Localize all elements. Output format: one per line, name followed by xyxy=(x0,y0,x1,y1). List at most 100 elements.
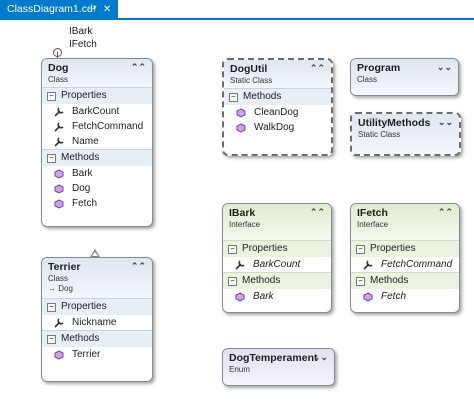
section-label: Methods xyxy=(61,152,100,163)
shape-header: IBark Interface ⌃⌃ xyxy=(223,204,331,240)
section-label: Properties xyxy=(242,243,288,254)
wrench-icon xyxy=(363,260,373,270)
shape-header: DogUtil Static Class ⌃⌃ xyxy=(224,60,331,88)
shape-kind: Static Class xyxy=(358,130,401,139)
property-name: Name xyxy=(72,136,99,147)
shape-base-class: → Dog xyxy=(48,284,73,293)
class-shape-terrier[interactable]: Terrier Class → Dog ⌃⌃ − Properties Nick… xyxy=(41,257,153,382)
section-label: Properties xyxy=(61,301,107,312)
section-methods[interactable]: − Methods xyxy=(42,330,152,347)
section-toggle-icon[interactable]: − xyxy=(356,277,365,286)
section-label: Methods xyxy=(243,91,282,102)
property-item[interactable]: BarkCount xyxy=(42,104,152,119)
method-item[interactable]: WalkDog xyxy=(224,120,331,135)
shape-kind: Static Class xyxy=(230,76,273,85)
property-name: FetchCommand xyxy=(381,259,453,270)
method-cube-icon xyxy=(235,292,245,302)
interface-shape-ifetch[interactable]: IFetch Interface ⌃⌃ − Properties FetchCo… xyxy=(350,203,460,313)
method-item[interactable]: Terrier xyxy=(42,347,152,362)
method-item[interactable]: Fetch xyxy=(42,196,152,211)
shape-kind: Class xyxy=(357,75,378,84)
shape-kind: Interface xyxy=(229,220,261,229)
section-label: Methods xyxy=(370,275,409,286)
method-item[interactable]: Bark xyxy=(42,166,152,181)
section-properties[interactable]: − Properties xyxy=(42,87,152,104)
property-item[interactable]: Nickname xyxy=(42,315,152,330)
property-item[interactable]: FetchCommand xyxy=(351,257,459,272)
wrench-icon xyxy=(54,122,64,132)
section-toggle-icon[interactable]: − xyxy=(228,277,237,286)
shape-header: Dog Class ⌃⌃ xyxy=(42,59,152,87)
property-item[interactable]: Name xyxy=(42,134,152,149)
section-toggle-icon[interactable]: − xyxy=(228,245,237,254)
method-cube-icon xyxy=(54,199,64,209)
tab-classdiagram1[interactable]: ClassDiagram1.cd* ⊣ ✕ xyxy=(0,0,118,20)
interface-shape-ibark[interactable]: IBark Interface ⌃⌃ − Properties BarkCoun… xyxy=(222,203,332,313)
property-item[interactable]: BarkCount xyxy=(223,257,331,272)
shape-header: DogTemperament Enum ⌄⌄ xyxy=(223,349,334,385)
method-name: Terrier xyxy=(72,349,101,360)
expand-chevron-icon[interactable]: ⌄⌄ xyxy=(313,352,328,363)
section-properties[interactable]: − Properties xyxy=(42,298,152,315)
diagram-canvas[interactable]: IBark IFetch Dog Class ⌃⌃ − Properties B… xyxy=(0,22,474,403)
section-properties[interactable]: − Properties xyxy=(223,240,331,257)
collapse-chevron-icon[interactable]: ⌃⌃ xyxy=(310,207,325,218)
property-name: Nickname xyxy=(72,317,117,328)
method-name: Fetch xyxy=(72,198,98,209)
expand-chevron-icon[interactable]: ⌄⌄ xyxy=(438,117,453,128)
method-cube-icon xyxy=(363,292,373,302)
wrench-icon xyxy=(235,260,245,270)
close-icon[interactable]: ✕ xyxy=(103,0,111,19)
section-properties[interactable]: − Properties xyxy=(351,240,459,257)
tabstrip-accent-line xyxy=(0,18,474,20)
section-label: Methods xyxy=(242,275,281,286)
collapse-chevron-icon[interactable]: ⌃⌃ xyxy=(131,62,146,73)
section-toggle-icon[interactable]: − xyxy=(47,154,56,163)
class-shape-dogutil[interactable]: DogUtil Static Class ⌃⌃ − Methods CleanD… xyxy=(222,58,333,156)
shape-kind: Class xyxy=(48,75,69,84)
wrench-icon xyxy=(54,107,64,117)
section-toggle-icon[interactable]: − xyxy=(47,92,56,101)
method-name: WalkDog xyxy=(254,122,295,133)
section-methods[interactable]: − Methods xyxy=(223,272,331,289)
method-name: Dog xyxy=(72,183,91,194)
wrench-icon xyxy=(54,318,64,328)
collapse-chevron-icon[interactable]: ⌃⌃ xyxy=(438,207,453,218)
section-toggle-icon[interactable]: − xyxy=(356,245,365,254)
shape-kind: Interface xyxy=(357,220,389,229)
shape-kind: Class xyxy=(48,274,69,283)
lollipop-label-ibark: IBark xyxy=(69,26,93,37)
property-name: BarkCount xyxy=(72,106,120,117)
method-item[interactable]: Dog xyxy=(42,181,152,196)
method-item[interactable]: CleanDog xyxy=(224,105,331,120)
collapse-chevron-icon[interactable]: ⌃⌃ xyxy=(310,63,325,74)
section-methods[interactable]: − Methods xyxy=(224,88,331,105)
section-label: Properties xyxy=(370,243,416,254)
shape-header: Terrier Class → Dog ⌃⌃ xyxy=(42,258,152,298)
pin-icon[interactable]: ⊣ xyxy=(88,0,96,19)
collapse-chevron-icon[interactable]: ⌃⌃ xyxy=(131,261,146,272)
section-toggle-icon[interactable]: − xyxy=(229,93,238,102)
method-cube-icon xyxy=(54,350,64,360)
section-toggle-icon[interactable]: − xyxy=(47,335,56,344)
method-cube-icon xyxy=(236,108,246,118)
tab-title: ClassDiagram1.cd* xyxy=(7,3,97,15)
class-shape-dog[interactable]: Dog Class ⌃⌃ − Properties BarkCount Fetc… xyxy=(41,58,153,227)
class-shape-utilitymethods[interactable]: UtilityMethods Static Class ⌄⌄ xyxy=(350,112,461,156)
method-name: Bark xyxy=(253,291,274,302)
section-label: Methods xyxy=(61,333,100,344)
method-name: Bark xyxy=(72,168,93,179)
method-name: Fetch xyxy=(381,291,407,302)
section-toggle-icon[interactable]: − xyxy=(47,303,56,312)
method-cube-icon xyxy=(54,169,64,179)
method-item[interactable]: Fetch xyxy=(351,289,459,304)
class-shape-program[interactable]: Program Class ⌄⌄ xyxy=(350,58,459,96)
property-name: FetchCommand xyxy=(72,121,144,132)
method-item[interactable]: Bark xyxy=(223,289,331,304)
section-methods[interactable]: − Methods xyxy=(351,272,459,289)
shape-header: UtilityMethods Static Class ⌄⌄ xyxy=(352,114,459,154)
property-item[interactable]: FetchCommand xyxy=(42,119,152,134)
section-methods[interactable]: − Methods xyxy=(42,149,152,166)
enum-shape-dogtemperament[interactable]: DogTemperament Enum ⌄⌄ xyxy=(222,348,335,386)
expand-chevron-icon[interactable]: ⌄⌄ xyxy=(437,62,452,73)
